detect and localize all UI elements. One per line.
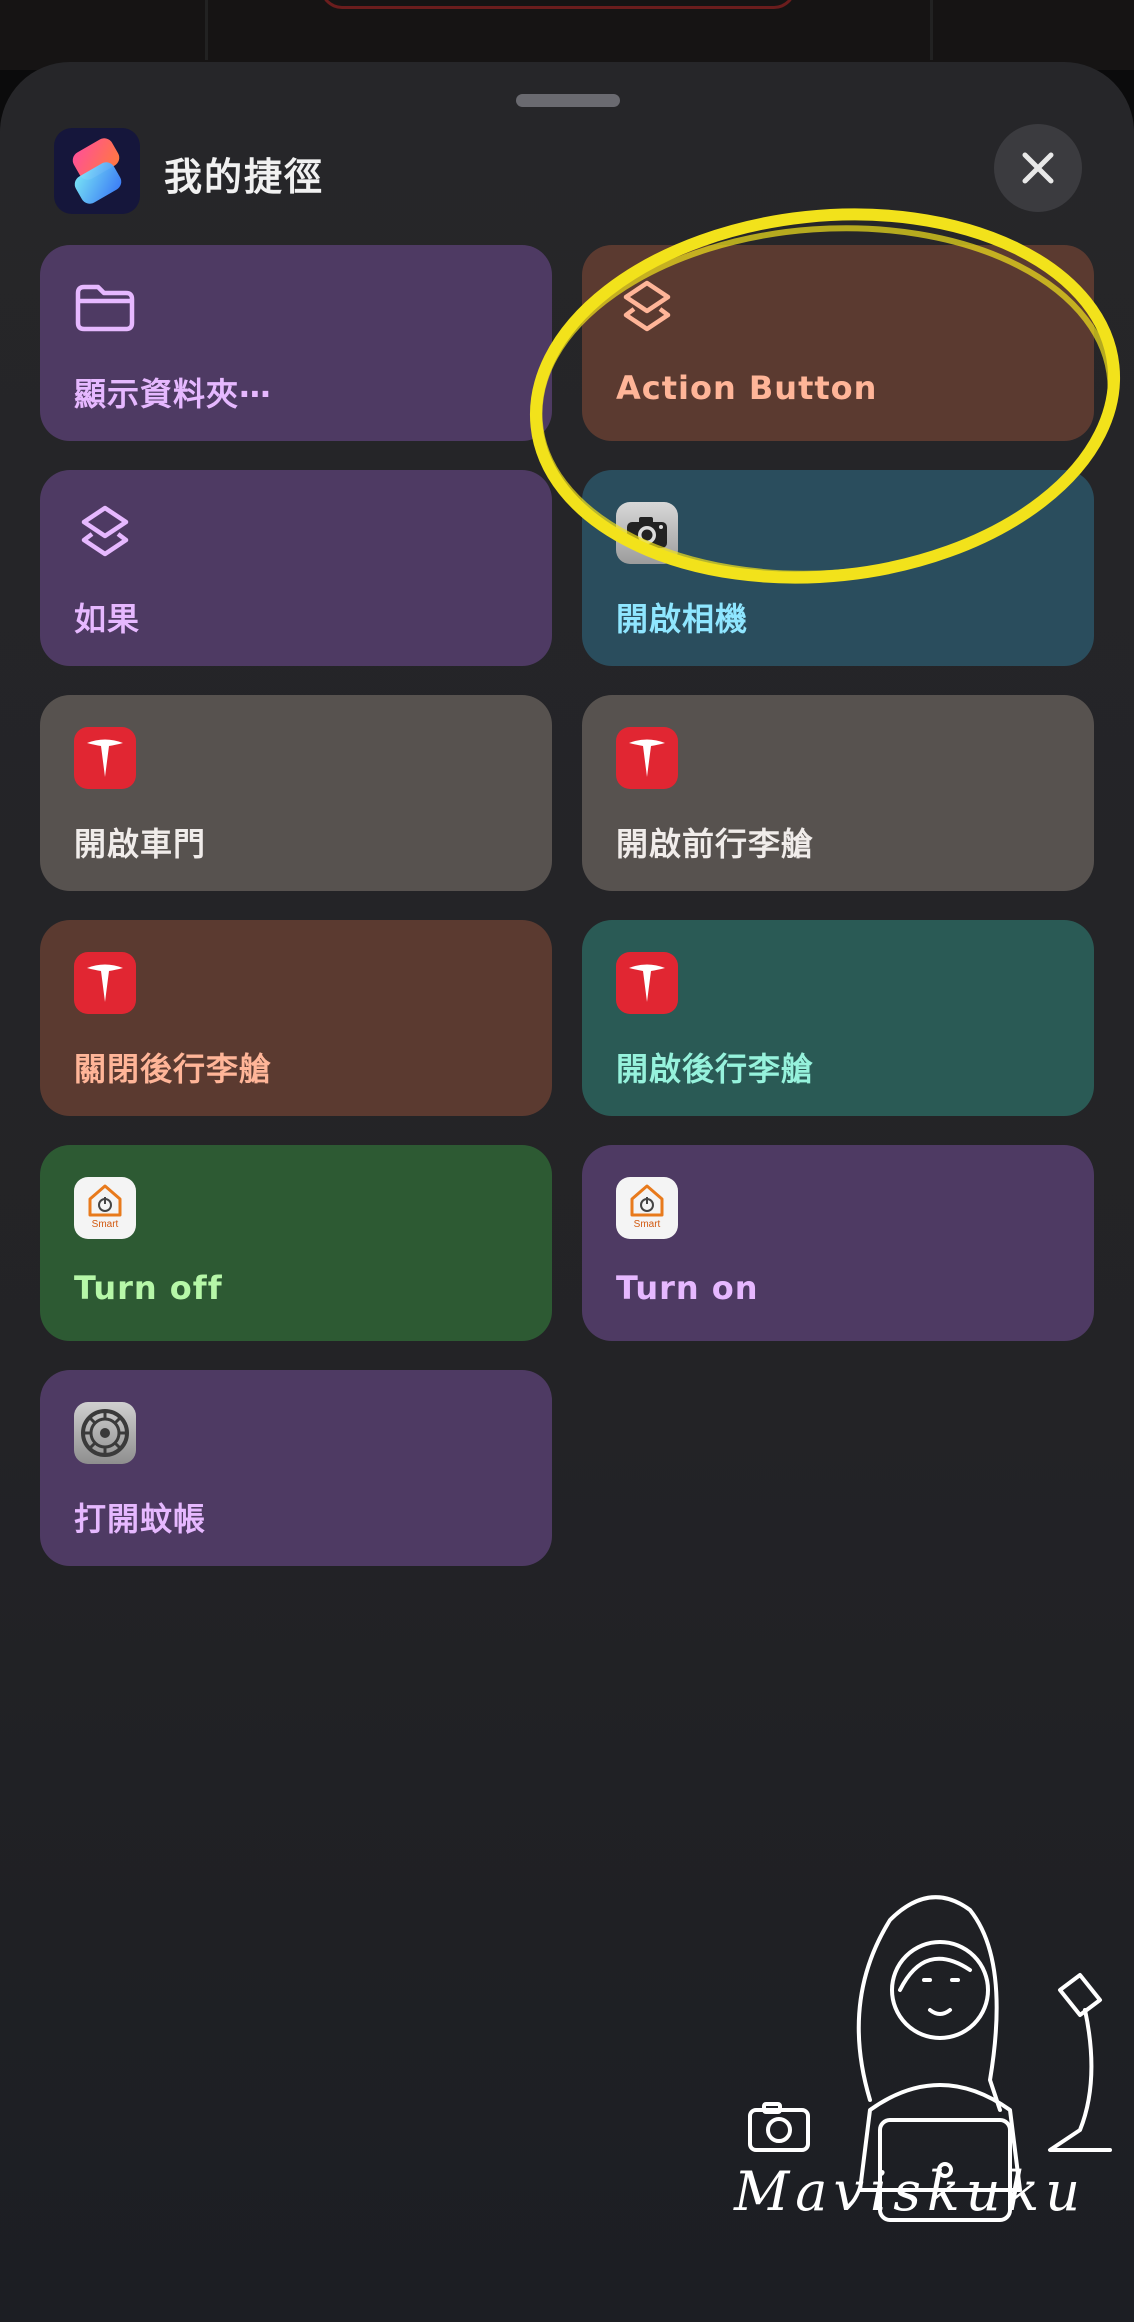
settings-icon xyxy=(74,1402,136,1464)
shortcut-label: Turn on xyxy=(616,1269,759,1307)
tesla-icon xyxy=(74,952,136,1014)
tesla-icon xyxy=(616,952,678,1014)
sheet-title: 我的捷徑 xyxy=(164,155,325,199)
shortcut-label: 開啟前行李艙 xyxy=(616,825,815,863)
shortcut-if[interactable]: 如果 xyxy=(40,470,552,666)
shortcut-label: Turn off xyxy=(74,1269,223,1307)
layers-icon xyxy=(81,505,129,557)
shortcut-open-frunk[interactable]: 開啟前行李艙 xyxy=(582,695,1094,891)
shortcut-label: 開啟相機 xyxy=(616,600,749,638)
sheet-grabber[interactable] xyxy=(516,94,620,107)
background-app-strip xyxy=(0,0,1134,70)
shortcut-turn-off[interactable]: Smart Turn off xyxy=(40,1145,552,1341)
shortcut-label: 開啟後行李艙 xyxy=(616,1050,815,1088)
watermark-signature: Maviskuku xyxy=(734,2160,1086,2223)
folder-icon xyxy=(75,284,135,332)
shortcut-open-camera[interactable]: 開啟相機 xyxy=(582,470,1094,666)
camera-app-icon xyxy=(616,502,678,564)
smart-badge-text: Smart xyxy=(91,1219,119,1230)
shortcut-show-folder[interactable]: 顯示資料夾⋯ xyxy=(40,245,552,441)
shortcut-open-trunk[interactable]: 開啟後行李艙 xyxy=(582,920,1094,1116)
shortcut-action-button[interactable]: Action Button xyxy=(582,245,1094,441)
shortcut-open-mosquito-net[interactable]: 打開蚊帳 xyxy=(40,1370,552,1566)
tesla-icon xyxy=(74,727,136,789)
shortcut-open-door[interactable]: 開啟車門 xyxy=(40,695,552,891)
smart-badge-text: Smart xyxy=(633,1219,661,1230)
background-divider xyxy=(930,0,933,60)
tesla-icon xyxy=(616,727,678,789)
layers-icon xyxy=(623,280,671,332)
shortcuts-app-icon xyxy=(54,128,140,214)
shortcut-turn-on[interactable]: Smart Turn on xyxy=(582,1145,1094,1341)
shortcut-close-trunk[interactable]: 關閉後行李艙 xyxy=(40,920,552,1116)
shortcut-label: 打開蚊帳 xyxy=(74,1500,207,1538)
smart-home-icon: Smart xyxy=(616,1177,678,1239)
background-divider xyxy=(205,0,208,60)
girl-with-laptop-illustration xyxy=(748,1895,1112,2222)
background-red-outline xyxy=(320,0,796,9)
shortcut-label: 關閉後行李艙 xyxy=(74,1050,273,1088)
shortcut-label: 顯示資料夾⋯ xyxy=(74,375,273,413)
shortcut-label: 如果 xyxy=(74,600,141,638)
shortcut-label: 開啟車門 xyxy=(74,825,207,863)
close-icon xyxy=(1022,152,1054,184)
smart-home-icon: Smart xyxy=(74,1177,136,1239)
close-button[interactable] xyxy=(994,124,1082,212)
shortcut-label: Action Button xyxy=(616,369,878,407)
